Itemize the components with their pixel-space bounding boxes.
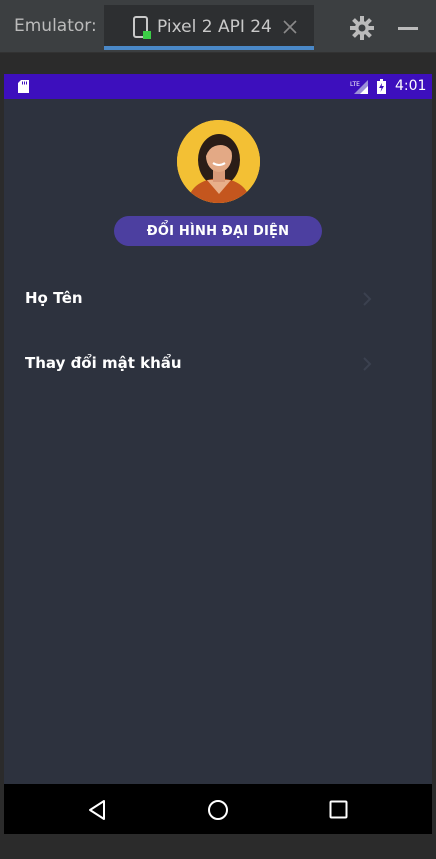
device-tab-label: Pixel 2 API 24 bbox=[157, 17, 272, 37]
close-icon[interactable] bbox=[282, 19, 298, 35]
change-avatar-button[interactable]: ĐỔI HÌNH ĐẠI DIỆN bbox=[114, 216, 322, 246]
menu-item-label: Họ Tên bbox=[25, 289, 83, 307]
lte-signal-icon: LTE bbox=[350, 80, 368, 94]
chevron-right-icon bbox=[363, 292, 372, 306]
menu-item-full-name[interactable]: Họ Tên bbox=[4, 272, 432, 328]
battery-charging-icon bbox=[377, 79, 386, 94]
menu-item-label: Thay đổi mật khẩu bbox=[25, 354, 182, 372]
navigation-bar bbox=[4, 784, 432, 834]
emulator-toolbar: Emulator: Pixel 2 API 24 bbox=[0, 0, 436, 53]
device-icon bbox=[133, 16, 151, 39]
recents-icon[interactable] bbox=[329, 800, 348, 819]
chevron-right-icon bbox=[363, 357, 372, 371]
gear-icon[interactable] bbox=[350, 16, 374, 40]
back-icon[interactable] bbox=[87, 799, 107, 821]
minimize-icon[interactable] bbox=[398, 27, 418, 30]
device-tab[interactable]: Pixel 2 API 24 bbox=[104, 5, 314, 50]
sd-card-icon bbox=[18, 80, 29, 93]
active-tab-indicator bbox=[104, 46, 314, 50]
status-bar: LTE 4:01 bbox=[4, 74, 432, 99]
avatar[interactable] bbox=[177, 120, 260, 203]
profile-photo bbox=[177, 120, 260, 203]
status-time: 4:01 bbox=[395, 78, 427, 94]
device-screen: LTE 4:01 ĐỔI HÌNH ĐẠI DIỆN Họ Tên Thay đ… bbox=[4, 74, 432, 834]
emulator-label: Emulator: bbox=[14, 16, 97, 36]
svg-text:LTE: LTE bbox=[350, 81, 360, 88]
menu-item-change-password[interactable]: Thay đổi mật khẩu bbox=[4, 337, 432, 393]
home-icon[interactable] bbox=[207, 799, 229, 821]
